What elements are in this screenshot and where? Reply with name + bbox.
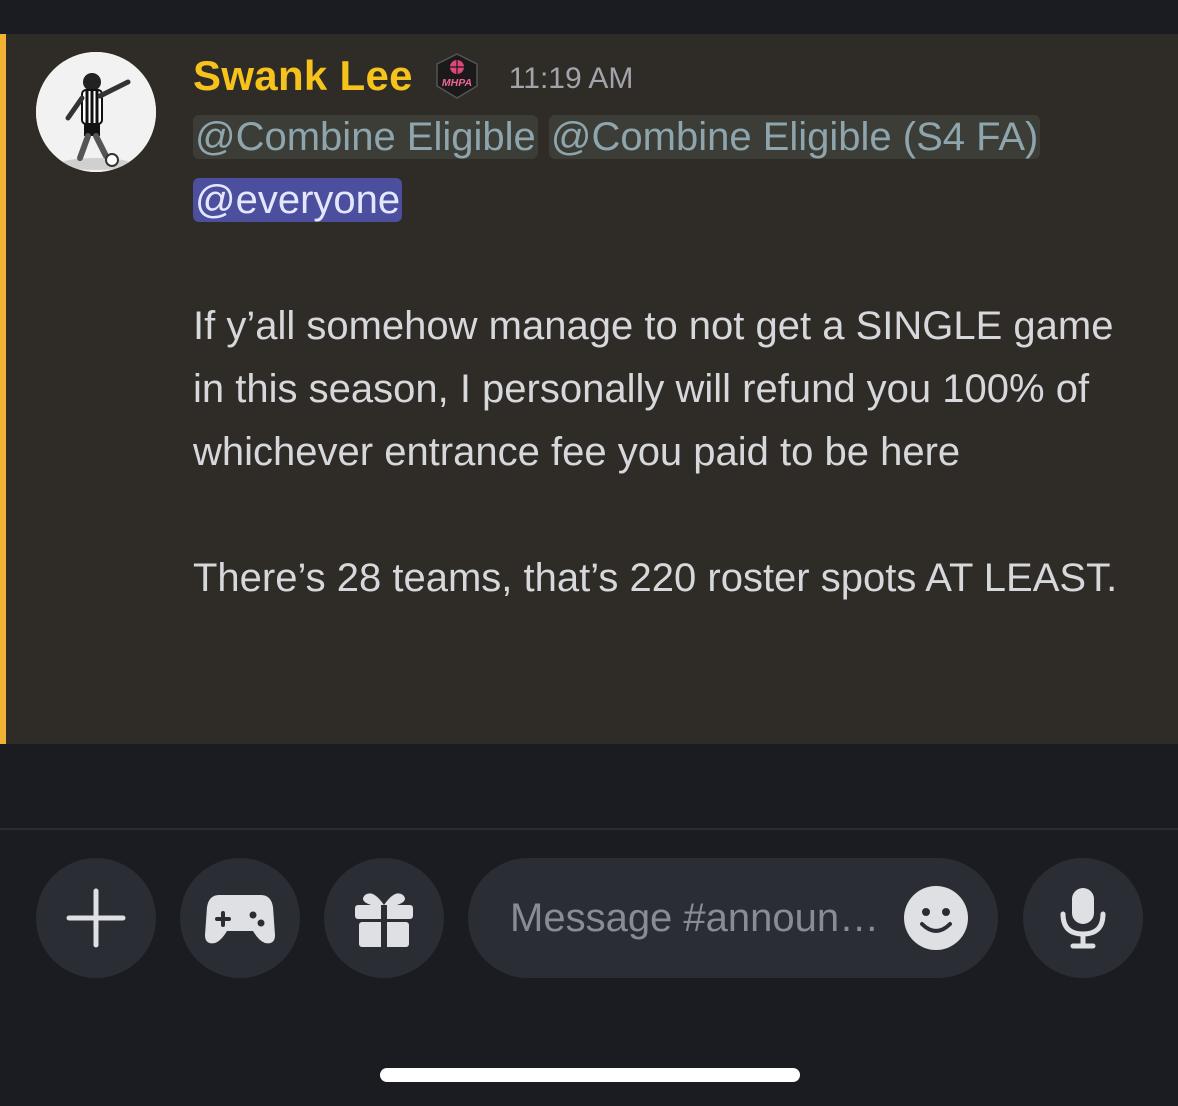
highlighted-message[interactable]: Swank Lee MHPA 11:19 AM @Combine Eligibl… <box>0 34 1178 744</box>
attach-button[interactable] <box>36 858 156 978</box>
role-mention[interactable]: @Combine Eligible (S4 FA) <box>548 115 1041 159</box>
mention-highlight-bar <box>0 34 6 744</box>
emoji-button[interactable] <box>902 884 970 952</box>
message-header: Swank Lee MHPA 11:19 AM <box>193 48 633 104</box>
mentions-line: @Combine Eligible @Combine Eligible (S4 … <box>193 106 1123 232</box>
voice-message-button[interactable] <box>1023 858 1143 978</box>
home-indicator[interactable] <box>380 1068 800 1082</box>
role-badge-icon[interactable]: MHPA <box>433 52 481 100</box>
activities-button[interactable] <box>180 858 300 978</box>
message-content: @Combine Eligible @Combine Eligible (S4 … <box>193 106 1123 610</box>
gift-icon <box>355 893 413 947</box>
message-timestamp: 11:19 AM <box>508 62 634 95</box>
author-name[interactable]: Swank Lee <box>193 52 413 100</box>
plus-icon <box>66 888 126 948</box>
smiley-icon <box>904 886 968 950</box>
gamepad-icon <box>205 895 275 944</box>
gift-button[interactable] <box>324 858 444 978</box>
message-input[interactable]: Message #announ… <box>468 858 998 978</box>
composer-divider <box>0 828 1178 830</box>
avatar[interactable] <box>36 52 156 172</box>
everyone-mention[interactable]: @everyone <box>193 178 403 222</box>
role-badge-label: MHPA <box>442 77 472 89</box>
message-paragraph: If y’all somehow manage to not get a SIN… <box>193 304 1114 474</box>
message-paragraph: There’s 28 teams, that’s 220 roster spot… <box>193 556 1118 600</box>
role-mention[interactable]: @Combine Eligible <box>193 115 538 159</box>
microphone-icon <box>1060 888 1106 949</box>
message-input-placeholder[interactable]: Message #announ… <box>510 858 890 978</box>
